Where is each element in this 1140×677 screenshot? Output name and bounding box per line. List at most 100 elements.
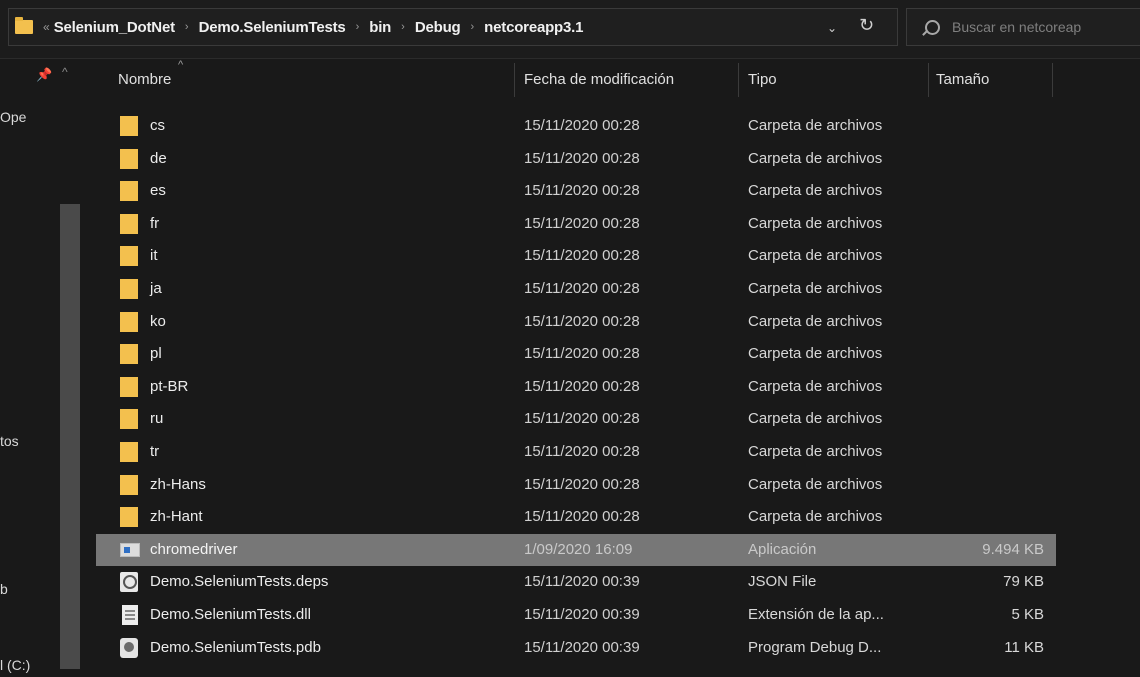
- file-row[interactable]: de 15/11/2020 00:28 Carpeta de archivos: [96, 143, 1056, 176]
- file-type: Carpeta de archivos: [748, 214, 883, 232]
- file-date: 15/11/2020 00:28: [524, 377, 640, 395]
- nav-item-partial[interactable]: b: [0, 581, 8, 597]
- column-divider[interactable]: [514, 63, 515, 97]
- address-history-dropdown-icon[interactable]: ⌄: [827, 21, 837, 35]
- file-row[interactable]: Demo.SeleniumTests.pdb 15/11/2020 00:39 Pr…: [96, 632, 1056, 665]
- folder-icon: [120, 441, 138, 462]
- file-date: 15/11/2020 00:28: [524, 475, 640, 493]
- folder-icon: [120, 507, 138, 528]
- nav-item-documents[interactable]: tos: [0, 433, 19, 449]
- folder-icon: [120, 376, 138, 397]
- file-date: 15/11/2020 00:28: [524, 182, 640, 200]
- pdb-file-icon: [120, 637, 138, 658]
- file-name: pl: [150, 345, 162, 363]
- dll-file-icon: [122, 604, 138, 625]
- file-size: [932, 273, 1044, 306]
- file-row[interactable]: es 15/11/2020 00:28 Carpeta de archivos: [96, 175, 1056, 208]
- nav-item-drive-c[interactable]: l (C:): [0, 657, 30, 673]
- file-date: 15/11/2020 00:39: [524, 638, 640, 656]
- file-row[interactable]: Demo.SeleniumTests.deps 15/11/2020 00:39 J…: [96, 566, 1056, 599]
- breadcrumb-separator-icon[interactable]: ›: [356, 21, 360, 33]
- column-header-size[interactable]: Tamaño: [936, 59, 989, 101]
- file-row[interactable]: ko 15/11/2020 00:28 Carpeta de archivos: [96, 306, 1056, 339]
- file-row[interactable]: fr 15/11/2020 00:28 Carpeta de archivos: [96, 208, 1056, 241]
- search-box[interactable]: Buscar en netcoreap: [906, 8, 1140, 46]
- collapse-caret-icon[interactable]: ^: [62, 65, 68, 79]
- file-name: chromedriver: [150, 540, 238, 558]
- folder-icon: [120, 278, 138, 299]
- file-size: [932, 436, 1044, 469]
- file-type: Carpeta de archivos: [748, 508, 883, 526]
- column-header-type[interactable]: Tipo: [748, 59, 777, 101]
- address-bar[interactable]: « Selenium_DotNet › Demo.SeleniumTests ›…: [8, 8, 898, 46]
- file-name: pt-BR: [150, 377, 189, 395]
- file-row[interactable]: zh-Hans 15/11/2020 00:28 Carpeta de archiv…: [96, 469, 1056, 502]
- nav-scrollbar[interactable]: [60, 204, 80, 669]
- file-name: it: [150, 247, 158, 265]
- column-header-name[interactable]: Nombre: [118, 59, 171, 101]
- file-date: 15/11/2020 00:28: [524, 312, 640, 330]
- file-name: zh-Hans: [150, 475, 206, 493]
- file-size: 9.494 KB: [982, 540, 1044, 558]
- file-row[interactable]: Demo.SeleniumTests.dll 15/11/2020 00:39 Ex…: [96, 599, 1056, 632]
- file-name: Demo.SeleniumTests.deps: [150, 573, 329, 591]
- file-size: [932, 338, 1044, 371]
- file-name: Demo.SeleniumTests.dll: [150, 605, 311, 623]
- breadcrumb-separator-icon[interactable]: ›: [471, 21, 475, 33]
- file-row[interactable]: pt-BR 15/11/2020 00:28 Carpeta de archivos: [96, 371, 1056, 404]
- breadcrumb-separator-icon[interactable]: ›: [401, 21, 405, 33]
- file-name: cs: [150, 117, 165, 134]
- nav-item-quick-access[interactable]: Ope: [0, 109, 26, 125]
- file-row[interactable]: pl 15/11/2020 00:28 Carpeta de archivos: [96, 338, 1056, 371]
- folder-icon: [120, 116, 138, 136]
- file-size: [932, 371, 1044, 404]
- file-row[interactable]: tr 15/11/2020 00:28 Carpeta de archivos: [96, 436, 1056, 469]
- file-row[interactable]: chromedriver 1/09/2020 16:09 Aplicación 9.4…: [96, 533, 1056, 567]
- file-row[interactable]: ja 15/11/2020 00:28 Carpeta de archivos: [96, 273, 1056, 306]
- folder-icon: [120, 148, 138, 169]
- column-divider[interactable]: [928, 63, 929, 97]
- file-type: Carpeta de archivos: [748, 377, 883, 395]
- json-file-icon: [120, 572, 138, 593]
- column-divider[interactable]: [1052, 63, 1053, 97]
- search-placeholder[interactable]: Buscar en netcoreap: [952, 19, 1081, 35]
- column-header-date[interactable]: Fecha de modificación: [524, 59, 674, 101]
- file-type: Carpeta de archivos: [748, 475, 883, 493]
- file-name: ko: [150, 312, 166, 330]
- refresh-icon[interactable]: ↻: [859, 15, 874, 36]
- file-size: 11 KB: [1004, 638, 1044, 656]
- overflow-chevron-icon[interactable]: «: [43, 20, 50, 34]
- file-size: [932, 306, 1044, 339]
- file-type: Carpeta de archivos: [748, 182, 883, 200]
- file-row[interactable]: it 15/11/2020 00:28 Carpeta de archivos: [96, 240, 1056, 273]
- file-date: 15/11/2020 00:28: [524, 149, 640, 167]
- sort-ascending-icon: ^: [178, 59, 184, 71]
- file-date: 15/11/2020 00:28: [524, 345, 640, 363]
- column-divider[interactable]: [738, 63, 739, 97]
- file-date: 15/11/2020 00:28: [524, 442, 640, 460]
- file-type: Program Debug D...: [748, 638, 882, 656]
- breadcrumb-separator-icon[interactable]: ›: [185, 21, 189, 33]
- file-row[interactable]: zh-Hant 15/11/2020 00:28 Carpeta de archiv…: [96, 501, 1056, 534]
- breadcrumb-debug[interactable]: Debug: [415, 19, 461, 36]
- toolbar: « Selenium_DotNet › Demo.SeleniumTests ›…: [0, 0, 1140, 59]
- file-size: [932, 469, 1044, 502]
- file-size: 5 KB: [1011, 605, 1044, 623]
- breadcrumb-netcoreapp[interactable]: netcoreapp3.1: [484, 19, 583, 36]
- file-type: Carpeta de archivos: [748, 279, 883, 297]
- file-row[interactable]: cs 15/11/2020 00:28 Carpeta de archivos: [96, 110, 1056, 143]
- file-type: Carpeta de archivos: [748, 442, 883, 460]
- folder-icon: [120, 181, 138, 202]
- breadcrumb-bin[interactable]: bin: [369, 19, 391, 36]
- file-date: 15/11/2020 00:28: [524, 279, 640, 297]
- folder-icon: [120, 213, 138, 234]
- file-list: cs 15/11/2020 00:28 Carpeta de archivos de 1…: [96, 110, 1056, 664]
- file-row[interactable]: ru 15/11/2020 00:28 Carpeta de archivos: [96, 403, 1056, 436]
- breadcrumb-demo-seleniumtests[interactable]: Demo.SeleniumTests: [199, 19, 346, 36]
- file-name: tr: [150, 442, 160, 460]
- breadcrumb-selenium-dotnet[interactable]: Selenium_DotNet: [54, 19, 175, 36]
- file-size: [932, 240, 1044, 273]
- file-name: ja: [150, 279, 162, 297]
- file-type: Carpeta de archivos: [748, 117, 883, 134]
- navigation-pane: 📌 ^ Ope tos b l (C:): [0, 59, 86, 677]
